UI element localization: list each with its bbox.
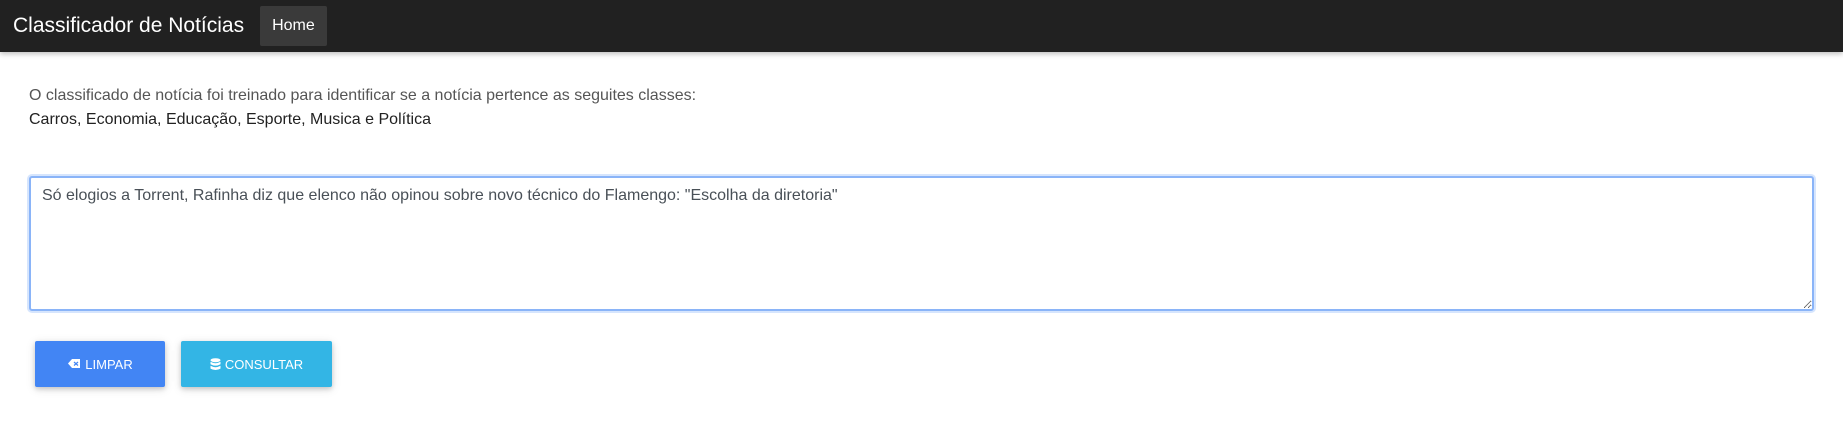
eraser-icon: [67, 358, 81, 370]
classes-list: Carros, Economia, Educação, Esporte, Mus…: [29, 111, 431, 128]
navbar-brand[interactable]: Classificador de Notícias: [13, 14, 244, 38]
navbar: Classificador de Notícias Home: [0, 0, 1843, 52]
main-content: O classificado de notícia foi treinado p…: [0, 52, 1843, 387]
query-button-label: CONSULTAR: [224, 356, 304, 372]
clear-button-label: LIMPAR: [85, 356, 133, 372]
nav-link-home[interactable]: Home: [260, 6, 327, 46]
description-text: O classificado de notícia foi treinado p…: [29, 87, 697, 104]
clear-button[interactable]: LIMPAR: [35, 341, 165, 387]
database-icon: [210, 357, 221, 371]
news-input[interactable]: [29, 176, 1814, 311]
action-buttons: LIMPAR CONSULTAR: [35, 341, 1814, 387]
query-button[interactable]: CONSULTAR: [181, 341, 332, 387]
